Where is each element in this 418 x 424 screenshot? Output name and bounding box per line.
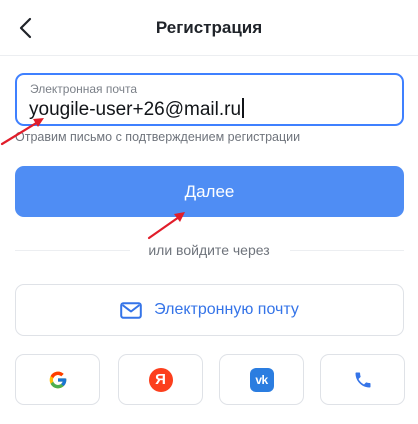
email-login-label: Электронную почту [154,301,299,318]
next-button-label: Далее [184,181,235,201]
phone-icon [355,372,370,387]
email-helper-text: Отравим письмо с подтверждением регистра… [15,130,301,144]
next-button[interactable]: Далее [15,166,404,217]
yandex-icon-letter: Я [155,371,166,388]
annotation-arrow-next [147,212,185,240]
email-login-button[interactable]: Электронную почту [15,284,404,336]
vk-login-button[interactable]: vk [219,354,304,405]
divider-right [290,250,404,251]
email-input[interactable]: yougile-user+26@mail.ru [29,98,245,121]
yandex-login-button[interactable]: Я [118,354,203,405]
registration-screen: Регистрация Электронная почта yougile-us… [0,0,418,424]
email-field-label: Электронная почта [30,82,138,96]
phone-login-button[interactable] [320,354,405,405]
vk-icon-letters: vk [255,372,268,387]
text-caret [242,98,245,118]
google-icon [49,371,66,388]
yandex-icon: Я [148,367,173,392]
google-login-button[interactable] [15,354,100,405]
header: Регистрация [0,0,418,56]
mail-icon [120,301,142,319]
email-input-value: yougile-user+26@mail.ru [29,99,242,120]
annotation-arrow-email [0,118,44,146]
vk-icon: vk [249,367,274,392]
page-title: Регистрация [155,18,263,37]
email-field[interactable]: Электронная почта yougile-user+26@mail.r… [15,73,404,126]
